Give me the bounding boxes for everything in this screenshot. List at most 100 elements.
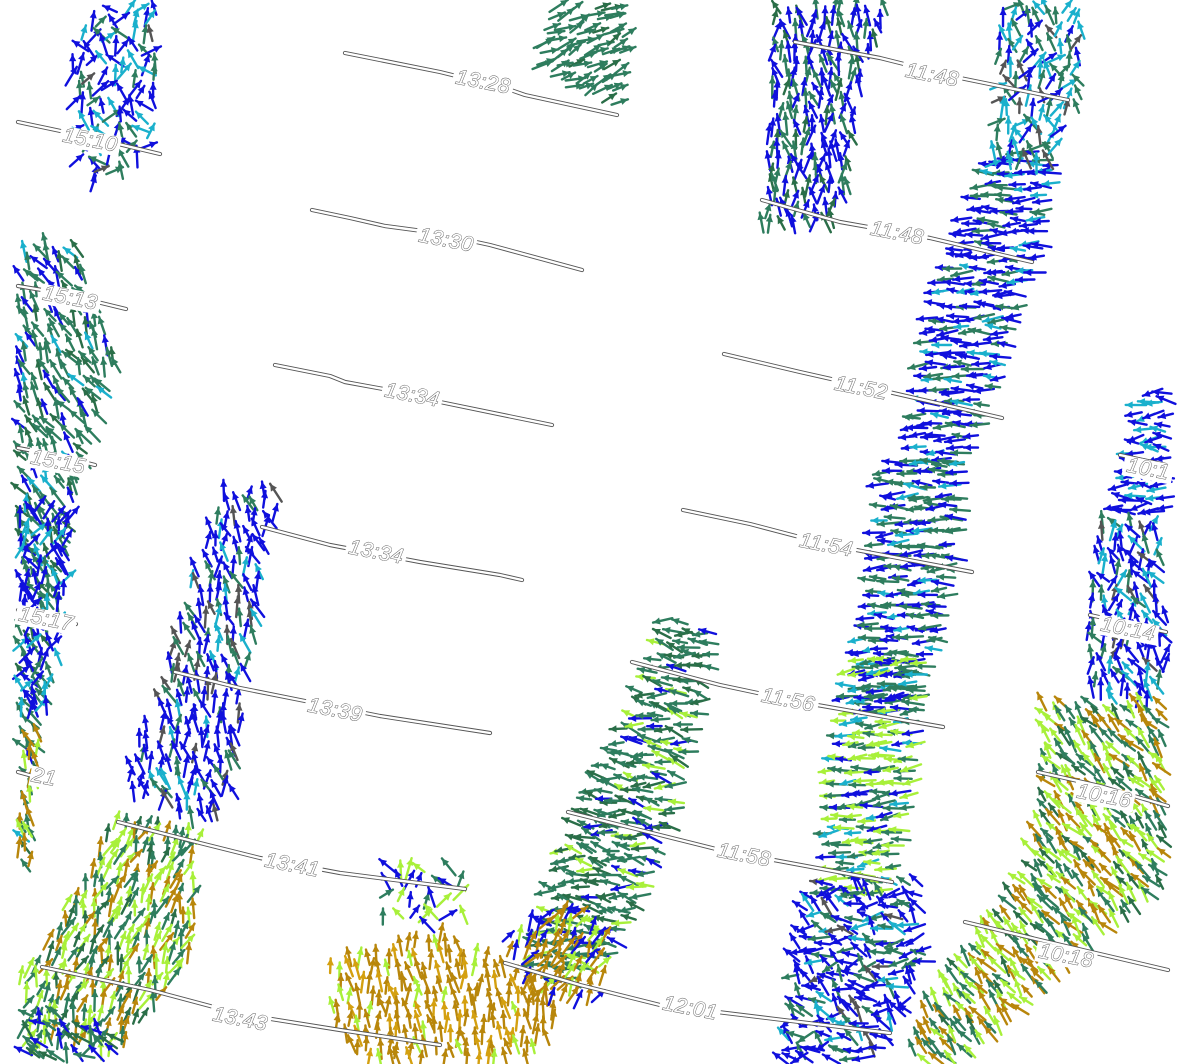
- wind-arrow: [141, 24, 149, 45]
- wind-arrow: [658, 821, 681, 832]
- wind-arrow: [999, 6, 1007, 28]
- wind-arrow: [484, 969, 492, 992]
- flight-tracks-layer: [15, 39, 1171, 1048]
- wind-arrow: [969, 421, 991, 429]
- wind-arrow: [12, 264, 25, 282]
- wind-arrow: [865, 481, 890, 489]
- wind-arrow: [1078, 906, 1095, 924]
- wind-arrow: [827, 849, 852, 857]
- wind-arrow: [1037, 786, 1047, 802]
- wind-arrow: [459, 904, 469, 925]
- wind-arrow: [1091, 671, 1099, 688]
- wind-arrow: [364, 948, 372, 967]
- wind-arrow: [698, 638, 720, 646]
- wind-arrow: [788, 932, 801, 950]
- wind-arrow: [610, 98, 630, 106]
- wind-arrow: [80, 24, 88, 41]
- wind-arrow: [166, 966, 182, 986]
- wind-arrow: [868, 501, 887, 509]
- wind-arrow: [36, 342, 44, 361]
- wind-arrow: [438, 909, 458, 922]
- wind-arrow: [651, 617, 674, 625]
- wind-arrow: [1088, 592, 1096, 609]
- wind-arrow: [137, 1007, 150, 1024]
- wind-arrow: [851, 1054, 876, 1063]
- wind-arrow: [987, 117, 1006, 127]
- wind-arrow: [222, 596, 230, 616]
- wind-arrow: [42, 257, 57, 273]
- wind-arrow: [1029, 97, 1037, 119]
- wind-arrow: [495, 1020, 503, 1040]
- wind-arrow: [392, 907, 405, 920]
- wind-arrow: [135, 84, 146, 100]
- wind-arrow: [227, 783, 240, 801]
- wind-arrow: [116, 38, 130, 55]
- wind-arrow: [446, 1023, 455, 1043]
- wind-arrow: [58, 322, 73, 337]
- wind-arrow: [241, 524, 252, 541]
- wind-arrow: [836, 963, 843, 983]
- wind-arrow: [177, 775, 188, 797]
- wind-arrow: [30, 522, 48, 536]
- wind-arrow: [104, 1042, 119, 1056]
- wind-arrow: [375, 969, 384, 993]
- time-label: 11:54: [798, 529, 855, 562]
- wind-arrow: [14, 332, 29, 348]
- wind-arrow: [440, 857, 457, 877]
- wind-arrow: [146, 24, 154, 43]
- wind-arrow: [989, 329, 1009, 337]
- wind-arrow: [500, 1046, 508, 1064]
- wind-arrow: [999, 979, 1016, 994]
- wind-arrow: [446, 1041, 455, 1059]
- wind-arrow: [249, 624, 258, 645]
- wind-arrow: [863, 541, 884, 549]
- wind-arrow: [222, 510, 230, 529]
- wind-arrow: [489, 1011, 497, 1029]
- wind-swath: [1084, 509, 1173, 709]
- wind-arrow: [134, 99, 154, 112]
- wind-arrow: [147, 750, 155, 774]
- wind-arrow: [45, 940, 55, 963]
- wind-arrow: [185, 941, 193, 965]
- wind-arrow: [642, 655, 662, 663]
- wind-arrow: [1109, 555, 1117, 575]
- wind-arrow: [1097, 849, 1112, 863]
- wind-arrow: [868, 948, 887, 956]
- wind-arrow: [67, 373, 85, 387]
- wind-arrow: [462, 1008, 470, 1027]
- wind-arrow: [1034, 35, 1044, 52]
- wind-arrow: [539, 47, 560, 55]
- wind-arrow: [1134, 861, 1150, 879]
- wind-arrow: [1124, 410, 1143, 418]
- wind-arrow: [601, 92, 618, 104]
- wind-arrow: [548, 0, 569, 14]
- wind-arrow: [1101, 553, 1109, 577]
- wind-arrow: [1064, 704, 1076, 720]
- wind-arrow: [1106, 547, 1120, 561]
- wind-arrow: [204, 530, 212, 549]
- wind-arrow: [967, 327, 991, 336]
- wind-arrow: [268, 482, 283, 503]
- wind-arrow: [598, 964, 607, 987]
- wind-arrow: [970, 340, 992, 348]
- wind-arrow: [1026, 227, 1049, 235]
- wind-arrow: [897, 433, 915, 441]
- wind-arrow: [110, 356, 122, 374]
- wind-arrow: [202, 605, 210, 629]
- wind-arrow: [156, 740, 166, 761]
- time-label: 13:30: [417, 224, 475, 257]
- wind-arrow: [228, 570, 244, 589]
- wind-arrow: [1128, 830, 1142, 852]
- wind-arrow: [437, 1021, 445, 1043]
- wind-arrow: [533, 889, 554, 897]
- wind-arrow: [1146, 570, 1165, 584]
- wind-arrow: [936, 592, 959, 600]
- wind-arrow: [242, 618, 251, 641]
- wind-arrow: [456, 870, 465, 888]
- wind-arrow: [798, 909, 810, 926]
- wind-arrow: [261, 489, 269, 509]
- wind-arrow: [64, 65, 79, 87]
- wind-arrow: [805, 910, 822, 918]
- wind-arrow: [915, 650, 934, 658]
- wind-arrow: [417, 1049, 425, 1064]
